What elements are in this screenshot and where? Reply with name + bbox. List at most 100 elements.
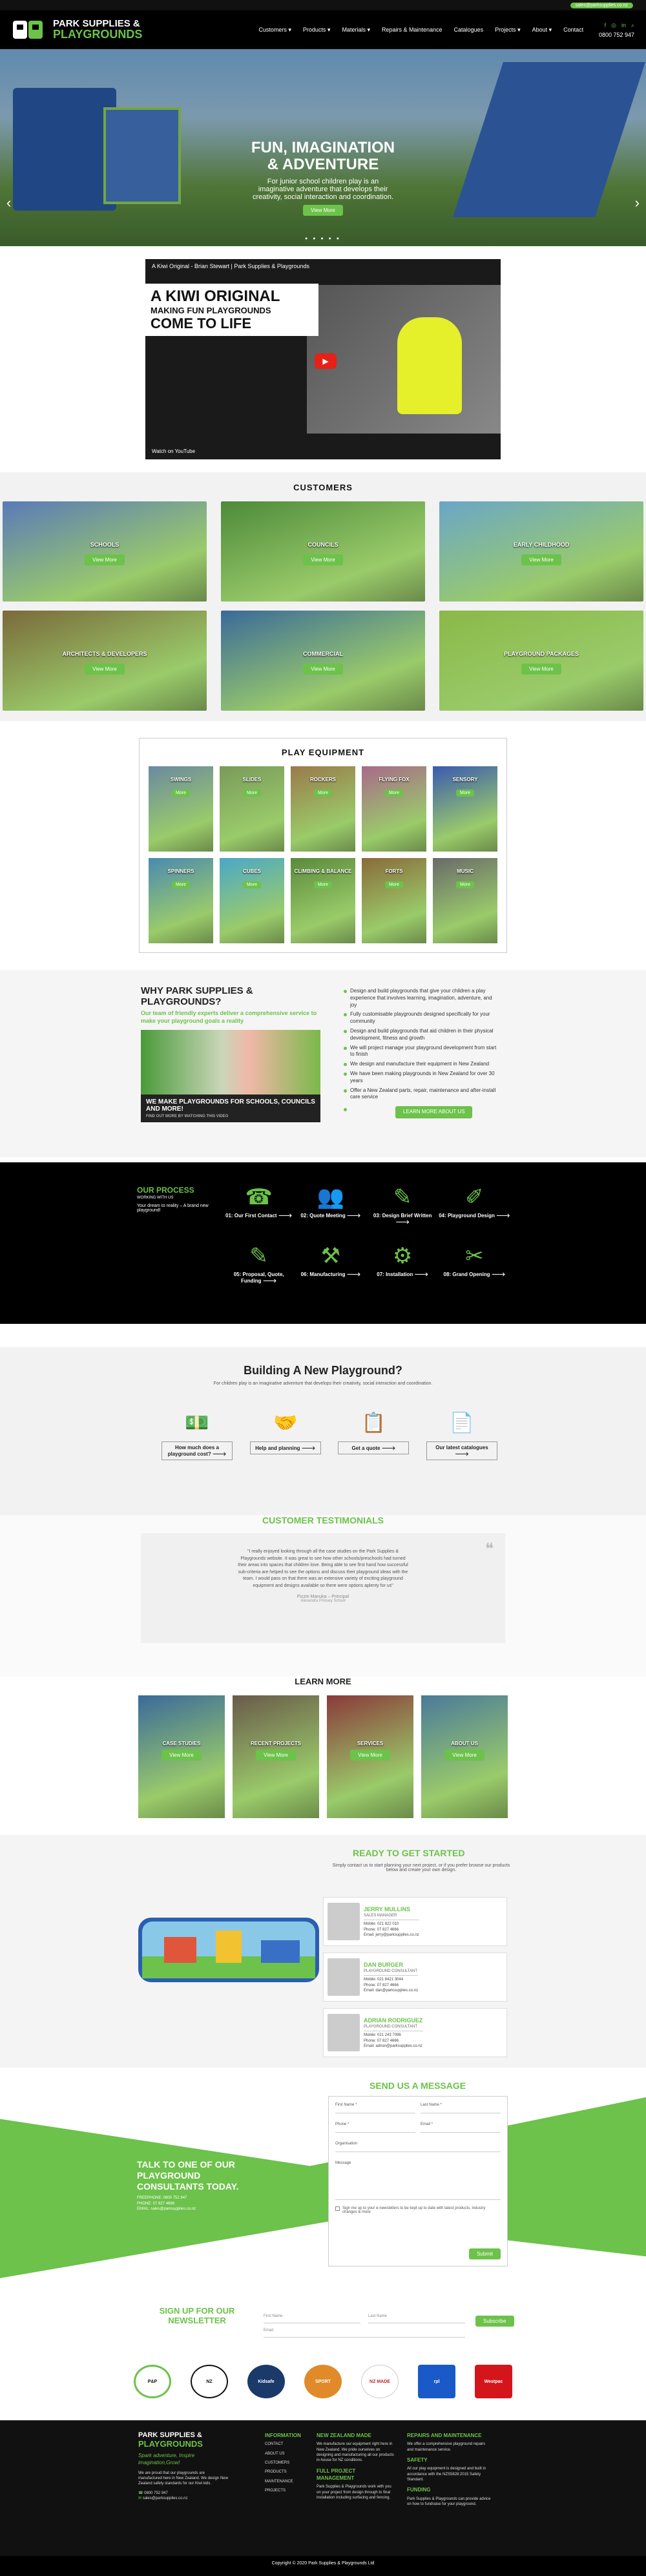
equipment-tile[interactable]: FLYING FOX More	[362, 766, 426, 852]
nav-about[interactable]: About ▾	[532, 26, 552, 34]
nav-repairs[interactable]: Repairs & Maintenance	[382, 26, 443, 33]
footer-logo[interactable]: PARK SUPPLIES & PLAYGROUNDS	[138, 2431, 229, 2448]
footer-email[interactable]: ✉ sales@parksupplies.co.nz	[138, 2496, 229, 2501]
process-step[interactable]: ⚙ 07: Installation 🡒	[367, 1241, 439, 1284]
nav-materials[interactable]: Materials ▾	[342, 26, 370, 34]
footer-link[interactable]: MAINTENANCE	[265, 2479, 310, 2484]
customer-card[interactable]: SCHOOLS View More	[3, 501, 207, 602]
nav-products[interactable]: Products ▾	[303, 26, 331, 34]
equipment-more-button[interactable]: More	[172, 881, 190, 888]
talk-freephone[interactable]: FREEPHONE: 0800 752 947	[137, 2196, 187, 2200]
customer-card[interactable]: COMMERCIAL View More	[221, 611, 425, 711]
phone-field[interactable]: Phone *	[335, 2122, 415, 2133]
contact-mobile[interactable]: Mobile: 021 8421 3044	[364, 1977, 418, 1982]
site-logo[interactable]: PARK SUPPLIES & PLAYGROUNDS	[12, 17, 142, 43]
video-embed[interactable]: A Kiwi Original - Brian Stewart | Park S…	[145, 259, 501, 459]
newsletter-first-name-input[interactable]: First Name	[264, 2314, 360, 2323]
equipment-tile[interactable]: SPINNERS More	[149, 858, 213, 943]
equipment-more-button[interactable]: More	[314, 790, 332, 797]
subscribe-button[interactable]: Subscribe	[475, 2316, 514, 2327]
contact-phone[interactable]: Phone: 07 827 4666	[364, 1983, 418, 1988]
contact-email[interactable]: Email: dan@parksupplies.co.nz	[364, 1988, 418, 1993]
equipment-more-button[interactable]: More	[385, 881, 403, 888]
consent-checkbox[interactable]	[335, 2206, 340, 2211]
watch-on-youtube-link[interactable]: Watch on YouTube	[152, 448, 195, 454]
talk-email[interactable]: EMAIL: sales@parksupplies.co.nz	[137, 2207, 196, 2211]
learn-view-more-button[interactable]: View More	[162, 1750, 202, 1761]
customer-card[interactable]: ARCHITECTS & DEVELOPERS View More	[3, 611, 207, 711]
why-banner[interactable]: WE MAKE PLAYGROUNDS FOR SCHOOLS, COUNCIL…	[141, 1094, 320, 1123]
building-item[interactable]: 🤝 Help and planning 🡒	[249, 1412, 321, 1460]
customer-card[interactable]: EARLY CHILDHOOD View More	[439, 501, 643, 602]
customer-view-more-button[interactable]: View More	[85, 664, 125, 675]
learn-card[interactable]: SERVICES View More	[327, 1695, 413, 1818]
customer-view-more-button[interactable]: View More	[303, 554, 343, 565]
newsletter-last-name-input[interactable]: Last Name	[368, 2314, 465, 2323]
learn-view-more-button[interactable]: View More	[256, 1750, 296, 1761]
equipment-more-button[interactable]: More	[172, 790, 190, 797]
customer-view-more-button[interactable]: View More	[85, 554, 125, 565]
equipment-tile[interactable]: SLIDES More	[220, 766, 284, 852]
learn-card[interactable]: RECENT PROJECTS View More	[233, 1695, 319, 1818]
customer-view-more-button[interactable]: View More	[521, 554, 561, 565]
equipment-more-button[interactable]: More	[243, 881, 261, 888]
building-item[interactable]: 📋 Get a quote 🡒	[338, 1412, 410, 1460]
footer-link[interactable]: PROJECTS	[265, 2488, 310, 2493]
learn-card[interactable]: CASE STUDIES View More	[138, 1695, 225, 1818]
contact-email[interactable]: Email: adrian@parksupplies.co.nz	[364, 2044, 423, 2049]
footer-phone[interactable]: ☎ 0800 752 947	[138, 2491, 229, 2496]
play-icon[interactable]: ▶	[315, 353, 337, 369]
submit-button[interactable]: Submit	[469, 2248, 501, 2259]
hero-dots[interactable]: ● ● ● ● ●	[0, 236, 646, 241]
footer-link[interactable]: CONTACT	[265, 2442, 310, 2447]
header-phone[interactable]: 0800 752 947	[599, 32, 634, 38]
nav-customers[interactable]: Customers ▾	[258, 26, 291, 34]
instagram-icon[interactable]: ◎	[611, 22, 616, 29]
process-step[interactable]: ✎ 05: Proposal, Quote, Funding 🡒	[223, 1241, 295, 1284]
search-icon[interactable]: ⌕	[631, 22, 634, 29]
learn-more-about-us-button[interactable]: LEARN MORE ABOUT US	[395, 1106, 473, 1118]
equipment-tile[interactable]: FORTS More	[362, 858, 426, 943]
building-item[interactable]: 💵 How much does a playground cost? 🡒	[162, 1412, 233, 1460]
contact-email[interactable]: Email: jerry@parksupplies.co.nz	[364, 1932, 419, 1938]
building-item[interactable]: 📄 Our latest catalogues 🡒	[426, 1412, 497, 1460]
nav-contact[interactable]: Contact	[563, 26, 583, 33]
customer-view-more-button[interactable]: View More	[303, 664, 343, 675]
process-step[interactable]: ✐ 04: Playground Design 🡒	[439, 1182, 510, 1225]
equipment-more-button[interactable]: More	[456, 790, 474, 797]
learn-card[interactable]: ABOUT US View More	[421, 1695, 508, 1818]
process-step[interactable]: ⚒ 06: Manufacturing 🡒	[295, 1241, 366, 1284]
facebook-icon[interactable]: f	[605, 22, 607, 29]
message-field[interactable]: Message	[335, 2161, 501, 2200]
process-step[interactable]: ☎ 01: Our First Contact 🡒	[223, 1182, 295, 1225]
why-video-thumbnail[interactable]	[141, 1030, 320, 1095]
process-step[interactable]: 👥 02: Quote Meeting 🡒	[295, 1182, 366, 1225]
learn-view-more-button[interactable]: View More	[444, 1750, 484, 1761]
talk-phone[interactable]: PHONE: 07 827 4666	[137, 2202, 174, 2206]
equipment-tile[interactable]: SENSORY More	[433, 766, 497, 852]
footer-link[interactable]: PRODUCTS	[265, 2469, 310, 2475]
equipment-tile[interactable]: CUBES More	[220, 858, 284, 943]
equipment-more-button[interactable]: More	[385, 790, 403, 797]
last-name-field[interactable]: Last Name *	[421, 2103, 501, 2113]
contact-phone[interactable]: Phone: 07 827 4666	[364, 2038, 423, 2044]
equipment-tile[interactable]: SWINGS More	[149, 766, 213, 852]
equipment-more-button[interactable]: More	[314, 881, 332, 888]
equipment-more-button[interactable]: More	[456, 881, 474, 888]
linkedin-icon[interactable]: in	[621, 22, 626, 29]
customer-card[interactable]: COUNCILS View More	[221, 501, 425, 602]
footer-link[interactable]: CUSTOMERS	[265, 2460, 310, 2466]
nav-projects[interactable]: Projects ▾	[495, 26, 521, 34]
equipment-more-button[interactable]: More	[243, 790, 261, 797]
equipment-tile[interactable]: CLIMBING & BALANCE More	[291, 858, 355, 943]
contact-mobile[interactable]: Mobile: 021 243 7096	[364, 2033, 423, 2038]
footer-link[interactable]: ABOUT US	[265, 2451, 310, 2456]
newsletter-email-input[interactable]: Email	[264, 2329, 465, 2338]
nav-catalogues[interactable]: Catalogues	[454, 26, 484, 33]
hero-view-more-button[interactable]: View More	[303, 204, 343, 216]
customer-card[interactable]: PLAYGROUND PACKAGES View More	[439, 611, 643, 711]
equipment-tile[interactable]: MUSIC More	[433, 858, 497, 943]
contact-phone[interactable]: Phone: 07 827 4666	[364, 1927, 419, 1932]
process-step[interactable]: ✂ 08: Grand Opening 🡒	[439, 1241, 510, 1284]
organisation-field[interactable]: Organisation	[335, 2142, 501, 2152]
